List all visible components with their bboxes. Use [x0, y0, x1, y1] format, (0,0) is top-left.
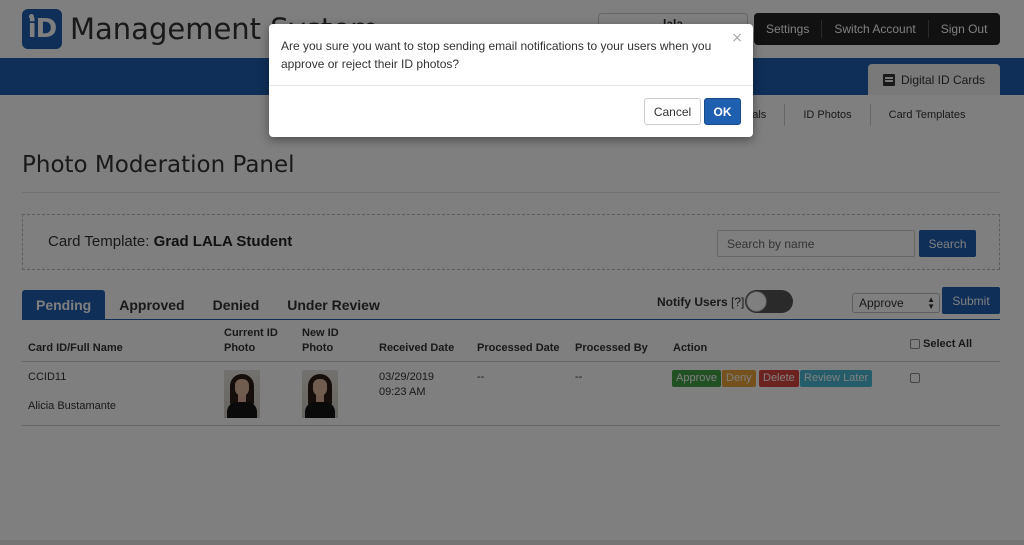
dialog-message: Are you sure you want to stop sending em…	[281, 39, 712, 71]
close-icon[interactable]: ×	[731, 30, 743, 46]
cancel-button[interactable]: Cancel	[644, 98, 701, 125]
confirm-dialog: Are you sure you want to stop sending em…	[269, 24, 753, 137]
ok-button[interactable]: OK	[704, 98, 741, 125]
dialog-divider	[269, 85, 753, 86]
